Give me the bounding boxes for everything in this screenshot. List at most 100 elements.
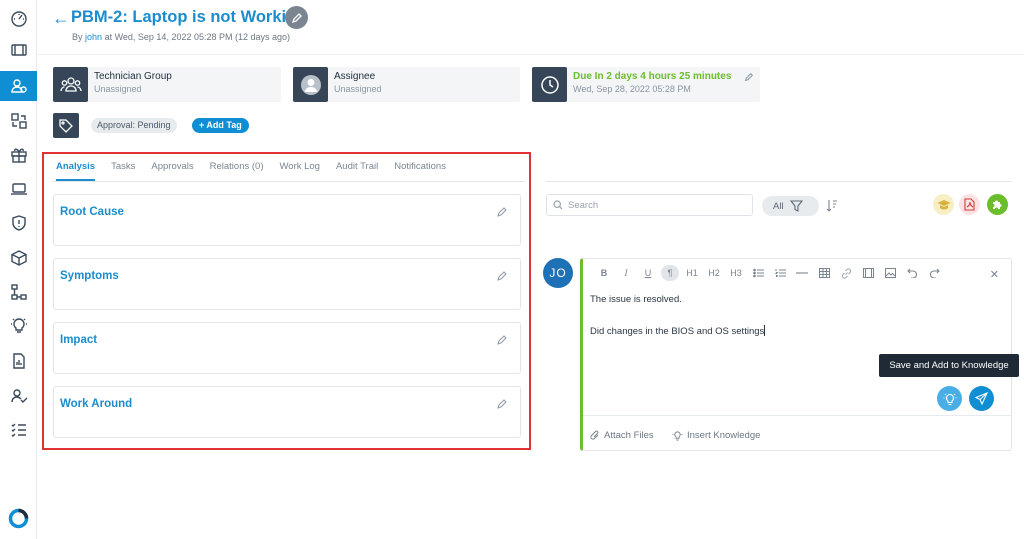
send-icon	[975, 392, 988, 405]
horizontal-rule-icon[interactable]	[791, 265, 813, 281]
numbered-list-icon[interactable]	[769, 265, 791, 281]
due-date-card[interactable]: Due In 2 days 4 hours 25 minutes Wed, Se…	[532, 67, 760, 102]
editor-line-1: The issue is resolved.	[590, 294, 682, 305]
filter-label: All	[773, 200, 784, 212]
dashboard-icon[interactable]	[0, 3, 37, 33]
workflow-icon[interactable]	[0, 277, 37, 307]
tab-audit-trail[interactable]: Audit Trail	[336, 161, 378, 181]
video-icon[interactable]	[857, 265, 879, 281]
assignee-card[interactable]: Assignee Unassigned	[293, 67, 520, 102]
italic-button[interactable]: I	[615, 265, 637, 281]
bullet-list-icon[interactable]	[747, 265, 769, 281]
page-title: PBM-2: Laptop is not Working	[71, 8, 307, 26]
editor-footer-divider	[583, 415, 1012, 416]
tab-tasks[interactable]: Tasks	[111, 161, 135, 181]
right-panel-divider	[546, 181, 1012, 182]
author-link[interactable]: john	[85, 32, 102, 42]
filter-funnel-icon	[789, 200, 803, 212]
symptoms-title: Symptoms	[60, 270, 119, 282]
link-icon[interactable]	[835, 265, 857, 281]
group-icon	[53, 67, 88, 102]
knowledge-hat-button[interactable]	[933, 194, 954, 215]
assignee-avatar-icon	[293, 67, 328, 102]
assignee-value: Unassigned	[334, 84, 382, 94]
table-icon[interactable]	[813, 265, 835, 281]
graduation-cap-icon	[937, 199, 950, 209]
technician-group-label: Technician Group	[94, 71, 172, 82]
redo-icon[interactable]	[923, 265, 945, 281]
user-check-icon[interactable]	[0, 381, 37, 411]
bulb-small-icon	[672, 431, 683, 441]
knowledge-bulb-icon[interactable]	[0, 311, 37, 341]
edit-work-around-pencil-icon[interactable]	[496, 398, 508, 410]
pdf-export-button[interactable]	[959, 194, 980, 215]
bold-button[interactable]: B	[593, 265, 615, 281]
bulb-icon	[943, 393, 956, 405]
edit-due-pencil-icon[interactable]	[744, 72, 754, 82]
edit-root-cause-pencil-icon[interactable]	[496, 206, 508, 218]
checklist-icon[interactable]	[0, 415, 37, 445]
root-cause-title: Root Cause	[60, 206, 124, 218]
ticket-icon[interactable]	[0, 35, 37, 65]
approval-status-chip: Approval: Pending	[91, 118, 177, 133]
root-cause-card[interactable]: Root Cause	[53, 194, 521, 246]
editor-toolbar: B I U ¶ H1 H2 H3	[593, 265, 945, 281]
heading3-button[interactable]: H3	[725, 265, 747, 281]
security-shield-icon[interactable]	[0, 208, 37, 238]
byline: By john at Wed, Sep 14, 2022 05:28 PM (1…	[72, 32, 290, 42]
underline-button[interactable]: U	[637, 265, 659, 281]
detail-tabs: Analysis Tasks Approvals Relations (0) W…	[56, 161, 462, 181]
cube-icon[interactable]	[0, 243, 37, 273]
insert-knowledge-label: Insert Knowledge	[687, 430, 761, 441]
impact-title: Impact	[60, 334, 98, 346]
created-at: at Wed, Sep 14, 2022 05:28 PM (12 days a…	[104, 32, 291, 42]
tab-analysis[interactable]: Analysis	[56, 161, 96, 181]
tab-approvals[interactable]: Approvals	[151, 161, 193, 181]
app-logo-icon	[8, 508, 29, 529]
attach-files-button[interactable]: Attach Files	[590, 430, 654, 441]
due-date-value: Wed, Sep 28, 2022 05:28 PM	[573, 84, 691, 94]
paragraph-button[interactable]: ¶	[661, 265, 679, 281]
integration-button[interactable]	[987, 194, 1008, 215]
tab-notifications[interactable]: Notifications	[394, 161, 446, 181]
puzzle-icon	[993, 200, 1002, 209]
problem-icon[interactable]	[0, 71, 37, 101]
heading1-button[interactable]: H1	[681, 265, 703, 281]
add-tag-button[interactable]: + Add Tag	[192, 118, 249, 133]
edit-symptoms-pencil-icon[interactable]	[496, 270, 508, 282]
edit-impact-pencil-icon[interactable]	[496, 334, 508, 346]
attach-files-label: Attach Files	[604, 430, 654, 441]
symptoms-card[interactable]: Symptoms	[53, 258, 521, 310]
by-label: By	[72, 32, 83, 42]
editor-line-2-text: Did changes in the BIOS and OS settings	[590, 326, 765, 337]
editor-line-2: Did changes in the BIOS and OS settings	[590, 325, 766, 337]
undo-icon[interactable]	[901, 265, 923, 281]
clock-icon	[532, 67, 567, 102]
work-around-title: Work Around	[60, 398, 133, 410]
release-icon[interactable]	[0, 140, 37, 170]
asset-icon[interactable]	[0, 174, 37, 204]
avatar: JO	[543, 258, 573, 288]
image-icon[interactable]	[879, 265, 901, 281]
insert-knowledge-button[interactable]: Insert Knowledge	[672, 430, 760, 441]
impact-card[interactable]: Impact	[53, 322, 521, 374]
report-icon[interactable]	[0, 346, 37, 376]
tab-relations[interactable]: Relations (0)	[210, 161, 264, 181]
header-divider	[37, 54, 1024, 55]
pencil-icon	[291, 12, 302, 23]
change-icon[interactable]	[0, 106, 37, 136]
technician-group-card[interactable]: Technician Group Unassigned	[53, 67, 281, 102]
filter-dropdown[interactable]: All	[762, 196, 819, 216]
edit-title-button[interactable]	[285, 6, 308, 29]
send-button[interactable]	[969, 386, 994, 411]
search-input[interactable]	[546, 194, 753, 216]
save-add-knowledge-button[interactable]	[937, 386, 962, 411]
save-knowledge-tooltip: Save and Add to Knowledge	[879, 354, 1019, 377]
sort-icon[interactable]	[826, 199, 838, 212]
back-arrow-icon[interactable]: ←	[52, 9, 70, 27]
close-editor-icon[interactable]: ✕	[990, 268, 999, 281]
tab-work-log[interactable]: Work Log	[279, 161, 319, 181]
search-icon	[553, 200, 563, 210]
work-around-card[interactable]: Work Around	[53, 386, 521, 438]
heading2-button[interactable]: H2	[703, 265, 725, 281]
